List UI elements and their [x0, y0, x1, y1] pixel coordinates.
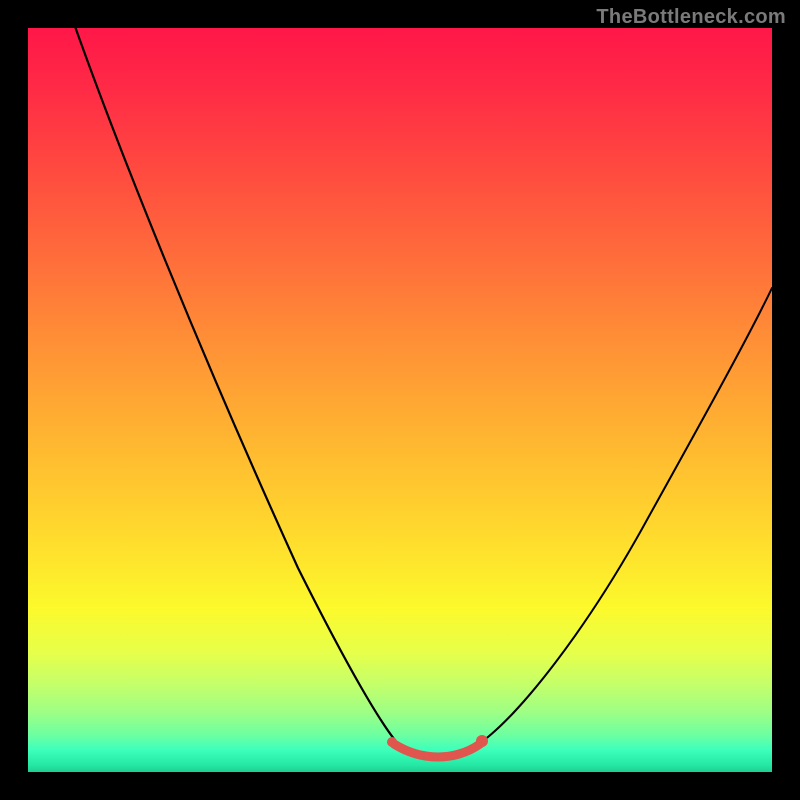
optimal-range-start-dot: [387, 737, 397, 747]
curve-right-segment: [476, 288, 772, 746]
optimal-range-end-dot: [476, 735, 488, 747]
chart-frame: TheBottleneck.com: [0, 0, 800, 800]
plot-area: [28, 28, 772, 772]
watermark-text: TheBottleneck.com: [596, 6, 786, 29]
bottleneck-curve: [28, 28, 772, 772]
optimal-range-marker: [394, 744, 480, 757]
curve-left-segment: [72, 28, 400, 746]
